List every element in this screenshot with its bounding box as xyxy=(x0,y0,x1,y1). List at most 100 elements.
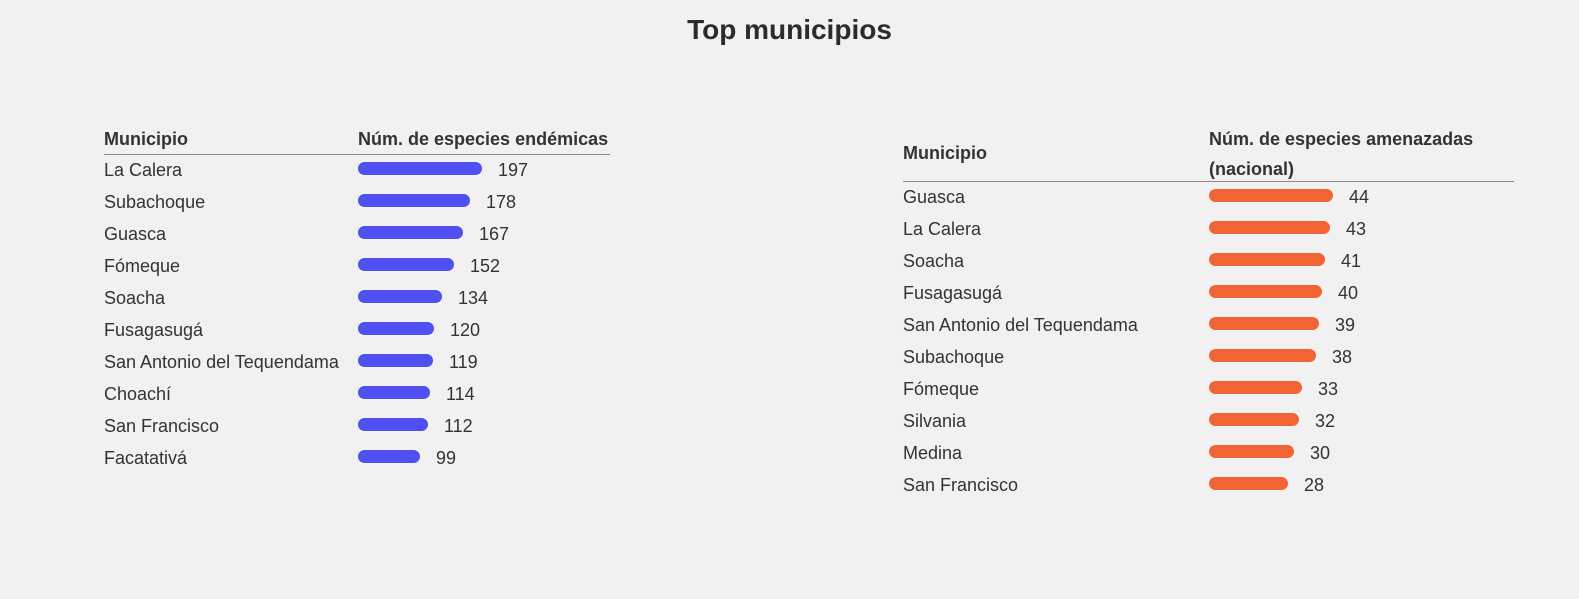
endemic-table-header: Municipio Núm. de especies endémicas xyxy=(104,124,610,155)
bar-cell: 30 xyxy=(1209,438,1514,468)
threatened-value-label: 43 xyxy=(1346,219,1367,239)
table-row: San Francisco 28 xyxy=(903,470,1514,502)
threatened-bar xyxy=(1209,284,1322,298)
threatened-bar xyxy=(1209,220,1330,234)
endemic-value-label: 114 xyxy=(446,384,475,404)
bar-cell: 167 xyxy=(358,219,610,249)
threatened-bar xyxy=(1209,316,1319,330)
table-row: Fómeque 33 xyxy=(903,374,1514,406)
bar-cell: 197 xyxy=(358,155,610,185)
threatened-table-header: Municipio Núm. de especies amenazadas (n… xyxy=(903,124,1514,182)
endemic-bar xyxy=(358,449,420,463)
bar-cell: 38 xyxy=(1209,342,1514,372)
endemic-value-label: 167 xyxy=(479,224,510,244)
threatened-species-table: Municipio Núm. de especies amenazadas (n… xyxy=(903,124,1514,502)
threatened-value-label: 41 xyxy=(1341,251,1362,271)
threatened-value-label: 38 xyxy=(1332,347,1353,367)
threatened-bar xyxy=(1209,348,1316,362)
municipio-name: Subachoque xyxy=(903,347,1005,367)
table-row: Fusagasugá 120 xyxy=(104,315,610,347)
municipio-header[interactable]: Municipio xyxy=(903,124,1209,181)
table-row: Soacha 134 xyxy=(104,283,610,315)
bar-cell: 28 xyxy=(1209,470,1514,500)
municipio-name: Medina xyxy=(903,443,963,463)
table-row: San Antonio del Tequendama 119 xyxy=(104,347,610,379)
endemic-bar xyxy=(358,225,463,239)
endemic-table-body: La Calera 197 Subachoque 178 Guasca 167 Fómequ… xyxy=(104,155,610,475)
table-row: Fusagasugá 40 xyxy=(903,278,1514,310)
threatened-bar xyxy=(1209,380,1302,394)
endemic-bar xyxy=(358,321,434,335)
municipio-name: San Antonio del Tequendama xyxy=(104,352,339,372)
bar-cell: 120 xyxy=(358,315,610,345)
endemic-bar xyxy=(358,289,442,303)
bar-cell: 32 xyxy=(1209,406,1514,436)
bar-cell: 134 xyxy=(358,283,610,313)
bar-cell: 33 xyxy=(1209,374,1514,404)
table-row: La Calera 43 xyxy=(903,214,1514,246)
bar-cell: 41 xyxy=(1209,246,1514,276)
table-row: Guasca 167 xyxy=(104,219,610,251)
bar-cell: 43 xyxy=(1209,214,1514,244)
threatened-value-label: 28 xyxy=(1304,475,1325,495)
endemic-value-label: 112 xyxy=(444,416,473,436)
page-title: Top municipios xyxy=(687,14,892,45)
municipio-name: Fómeque xyxy=(903,379,980,399)
threatened-count-header[interactable]: Núm. de especies amenazadas (nacional) xyxy=(1209,124,1514,181)
municipio-name: Fusagasugá xyxy=(104,320,204,340)
bar-cell: 99 xyxy=(358,443,610,473)
table-row: Soacha 41 xyxy=(903,246,1514,278)
municipio-name: Subachoque xyxy=(104,192,206,212)
municipio-name: San Antonio del Tequendama xyxy=(903,315,1138,335)
threatened-value-label: 40 xyxy=(1338,283,1359,303)
endemic-bar xyxy=(358,385,430,399)
municipio-name: La Calera xyxy=(903,219,982,239)
threatened-bar xyxy=(1209,444,1294,458)
threatened-value-label: 30 xyxy=(1310,443,1331,463)
table-row: Silvania 32 xyxy=(903,406,1514,438)
bar-cell: 152 xyxy=(358,251,610,281)
municipio-name: Guasca xyxy=(104,224,167,244)
table-row: Fómeque 152 xyxy=(104,251,610,283)
threatened-value-label: 33 xyxy=(1318,379,1339,399)
bar-cell: 112 xyxy=(358,411,610,441)
bar-cell: 178 xyxy=(358,187,610,217)
threatened-table-body: Guasca 44 La Calera 43 Soacha 41 Fusagasugá 40 S… xyxy=(903,182,1514,502)
threatened-value-label: 32 xyxy=(1315,411,1336,431)
endemic-bar xyxy=(358,353,433,367)
threatened-bar xyxy=(1209,252,1325,266)
endemic-species-table: Municipio Núm. de especies endémicas La … xyxy=(104,124,610,475)
bar-cell: 44 xyxy=(1209,182,1514,212)
table-row: Medina 30 xyxy=(903,438,1514,470)
threatened-bar xyxy=(1209,476,1288,490)
bar-cell: 114 xyxy=(358,379,610,409)
endemic-count-header[interactable]: Núm. de especies endémicas xyxy=(358,124,610,154)
municipio-name: Silvania xyxy=(903,411,967,431)
endemic-bar xyxy=(358,193,470,207)
threatened-value-label: 44 xyxy=(1349,187,1370,207)
table-row: La Calera 197 xyxy=(104,155,610,187)
table-row: Facatativá 99 xyxy=(104,443,610,475)
municipio-name: Guasca xyxy=(903,187,966,207)
municipio-header[interactable]: Municipio xyxy=(104,124,358,154)
endemic-value-label: 99 xyxy=(436,448,457,468)
endemic-bar xyxy=(358,257,454,271)
table-row: San Francisco 112 xyxy=(104,411,610,443)
bar-cell: 40 xyxy=(1209,278,1514,308)
bar-cell: 39 xyxy=(1209,310,1514,340)
endemic-bar xyxy=(358,417,428,431)
municipio-name: Facatativá xyxy=(104,448,188,468)
table-row: Choachí 114 xyxy=(104,379,610,411)
bar-cell: 119 xyxy=(358,347,610,377)
table-row: San Antonio del Tequendama 39 xyxy=(903,310,1514,342)
table-row: Subachoque 178 xyxy=(104,187,610,219)
municipio-name: San Francisco xyxy=(104,416,220,436)
table-row: Guasca 44 xyxy=(903,182,1514,214)
endemic-value-label: 120 xyxy=(450,320,481,340)
endemic-value-label: 119 xyxy=(449,352,478,372)
municipio-name: Soacha xyxy=(104,288,166,308)
threatened-value-label: 39 xyxy=(1335,315,1356,335)
municipio-name: Soacha xyxy=(903,251,965,271)
endemic-bar xyxy=(358,161,482,175)
endemic-value-label: 178 xyxy=(486,192,517,212)
